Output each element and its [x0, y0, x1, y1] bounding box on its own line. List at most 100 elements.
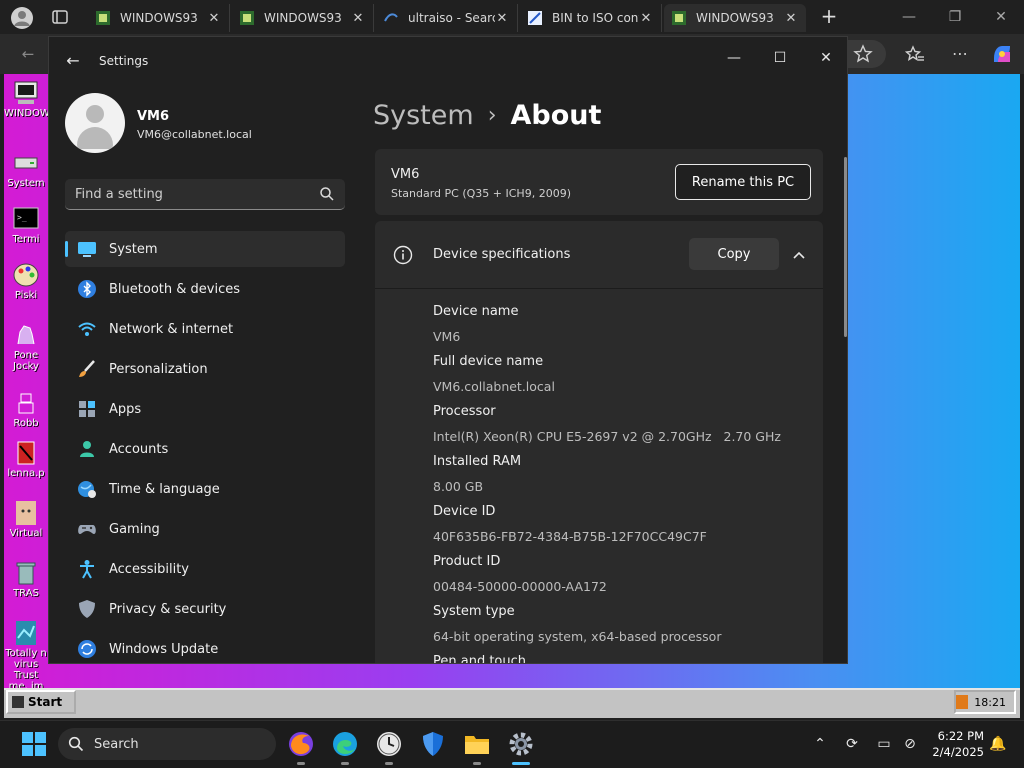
desktop-icon[interactable]: Robb — [4, 390, 48, 429]
browser-tab[interactable]: WINDOWS93 ✕ — [232, 4, 374, 32]
spec-row: Processor Intel(R) Xeon(R) CPU E5-2697 v2… — [433, 399, 813, 449]
avatar[interactable] — [65, 93, 125, 153]
spec-value[interactable]: VM6 — [433, 324, 813, 349]
nav-item-system[interactable]: System — [65, 231, 345, 267]
tab-label: WINDOWS93 — [264, 11, 342, 25]
desktop-icon[interactable]: System — [4, 150, 48, 189]
copy-button[interactable]: Copy — [689, 238, 779, 270]
minimize-icon[interactable]: — — [719, 43, 749, 73]
maximize-icon[interactable]: ☐ — [765, 43, 795, 73]
nav-item-privacy[interactable]: Privacy & security — [65, 591, 345, 627]
spec-value[interactable]: 00484-50000-00000-AA172 — [433, 574, 813, 599]
nav-label: Privacy & security — [109, 601, 227, 617]
spec-row: Installed RAM 8.00 GB — [433, 449, 813, 499]
new-tab-button[interactable]: + — [818, 6, 840, 28]
tab-label: ultraiso - Search — [408, 11, 495, 25]
show-hidden-icons-chevron-icon[interactable]: ⌃ — [810, 734, 830, 754]
desktop-icon[interactable]: Piski — [4, 262, 48, 301]
desktop-icon-label: Piski — [14, 290, 38, 301]
app-title: Settings — [99, 54, 149, 68]
nav-item-gaming[interactable]: Gaming — [65, 511, 345, 547]
desktop-icon[interactable]: TRAS — [4, 560, 48, 599]
desktop-icon[interactable]: Pone Jocky — [4, 322, 48, 372]
windows-start-icon[interactable] — [20, 730, 48, 758]
nav-item-personalization[interactable]: Personalization — [65, 351, 345, 387]
browser-tab-active[interactable]: WINDOWS93 ✕ — [664, 4, 806, 32]
taskbar-search[interactable]: Search — [58, 728, 276, 760]
pc-name: VM6 — [391, 167, 420, 182]
desktop-icon[interactable]: lenna.p — [4, 440, 48, 479]
brush-icon — [77, 359, 97, 379]
settings-gear-icon[interactable] — [507, 730, 535, 758]
nav-label: Accessibility — [109, 561, 189, 577]
nav-item-time-language[interactable]: Time & language — [65, 471, 345, 507]
browser-tab[interactable]: WINDOWS93 ✕ — [88, 4, 230, 32]
nav-item-windows-update[interactable]: Windows Update — [65, 631, 345, 663]
firefox-icon[interactable] — [287, 730, 315, 758]
svg-text:>_: >_ — [17, 213, 27, 222]
spec-label: Full device name — [433, 354, 544, 369]
tab-close-icon[interactable]: ✕ — [351, 11, 365, 26]
browser-minimize-icon[interactable]: — — [898, 6, 920, 28]
nav-item-accessibility[interactable]: Accessibility — [65, 551, 345, 587]
breadcrumb-parent[interactable]: System — [373, 100, 474, 131]
trash-icon — [12, 560, 40, 586]
rename-pc-button[interactable]: Rename this PC — [675, 164, 811, 200]
favorite-star-icon[interactable] — [853, 44, 873, 64]
file-explorer-icon[interactable] — [463, 730, 491, 758]
desktop-icon-label: Robb — [13, 418, 39, 429]
back-arrow-icon[interactable]: ← — [63, 51, 83, 71]
windows93-start-button[interactable]: Start — [6, 690, 76, 714]
spec-value[interactable]: 64-bit operating system, x64-based proce… — [433, 624, 813, 649]
network-offline-icon[interactable]: ⊘ — [900, 734, 920, 754]
rss-icon[interactable] — [956, 695, 969, 709]
spec-row: System type 64-bit operating system, x64-… — [433, 599, 813, 649]
browser-tab[interactable]: BIN to ISO conv ✕ — [520, 4, 662, 32]
browser-profile-icon[interactable] — [10, 6, 34, 30]
spec-value[interactable]: VM6.collabnet.local — [433, 374, 813, 399]
spec-value[interactable]: 40F635B6-FB72-4384-B75B-12F70CC49C7F — [433, 524, 813, 549]
desktop-icon[interactable]: WINDOW — [4, 80, 50, 119]
spec-value[interactable]: Intel(R) Xeon(R) CPU E5-2697 v2 @ 2.70GH… — [433, 424, 813, 449]
bluetooth-icon — [77, 279, 97, 299]
settings-nav: System Bluetooth & devices Network & int… — [65, 231, 345, 663]
taskbar-clock[interactable]: 6:22 PM 2/4/2025 — [928, 728, 984, 760]
spec-value[interactable]: 8.00 GB — [433, 474, 813, 499]
nav-label: Personalization — [109, 361, 208, 377]
nav-item-bluetooth[interactable]: Bluetooth & devices — [65, 271, 345, 307]
nav-item-network[interactable]: Network & internet — [65, 311, 345, 347]
tab-actions-icon[interactable] — [52, 9, 68, 25]
notification-bell-icon[interactable]: 🔔 — [988, 734, 1008, 754]
desktop-icon[interactable]: >_ Termi — [4, 206, 48, 245]
browser-close-icon[interactable]: ✕ — [990, 6, 1012, 28]
security-shield-icon[interactable] — [419, 730, 447, 758]
scrollbar-thumb[interactable] — [844, 157, 847, 337]
device-specifications-header[interactable]: Device specifications Copy — [375, 221, 823, 289]
tab-close-icon[interactable]: ✕ — [784, 11, 798, 26]
windows93-clock: 18:21 — [974, 695, 1006, 709]
search-icon[interactable] — [319, 186, 335, 202]
nav-label: Bluetooth & devices — [109, 281, 240, 297]
browser-tab[interactable]: ultraiso - Search ✕ — [376, 4, 518, 32]
edge-icon[interactable] — [331, 730, 359, 758]
desktop-icon[interactable]: Virtual — [4, 500, 48, 539]
close-icon[interactable]: ✕ — [811, 43, 841, 73]
favorites-icon[interactable] — [904, 44, 925, 64]
tab-close-icon[interactable]: ✕ — [639, 11, 653, 26]
search-input[interactable] — [65, 179, 305, 209]
browser-restore-icon[interactable]: ❐ — [944, 6, 966, 28]
spec-label: Pen and touch — [433, 654, 527, 664]
tab-close-icon[interactable]: ✕ — [207, 11, 221, 26]
explorer-running-indicator — [473, 762, 481, 765]
browser-back-icon[interactable]: ← — [16, 42, 40, 66]
chevron-up-icon[interactable] — [789, 245, 809, 265]
clock-app-icon[interactable] — [375, 730, 403, 758]
copilot-icon[interactable] — [990, 42, 1014, 66]
more-options-icon[interactable]: ⋯ — [950, 44, 970, 64]
display-icon[interactable]: ▭ — [874, 734, 894, 754]
nav-item-accounts[interactable]: Accounts — [65, 431, 345, 467]
desktop-icon-label: TRAS — [13, 588, 39, 599]
sync-icon[interactable]: ⟳ — [842, 734, 862, 754]
nav-item-apps[interactable]: Apps — [65, 391, 345, 427]
tab-close-icon[interactable]: ✕ — [495, 11, 509, 26]
